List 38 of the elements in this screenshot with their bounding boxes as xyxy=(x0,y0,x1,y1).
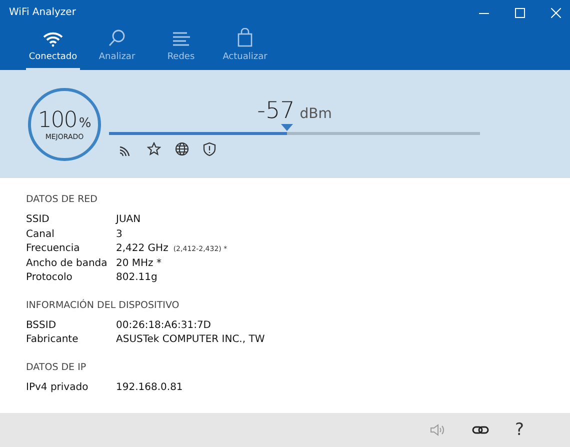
close-icon xyxy=(551,8,561,18)
search-icon xyxy=(108,29,126,47)
field-value: 3 xyxy=(116,228,122,242)
field-label: SSID xyxy=(26,213,50,227)
section-heading: INFORMACIÓN DEL DISPOSITIVO xyxy=(26,300,180,310)
field-value: JUAN xyxy=(116,213,141,227)
field-label: IPv4 privado xyxy=(26,380,90,394)
globe-icon[interactable] xyxy=(175,142,189,156)
field-value: 802.11g xyxy=(116,271,158,285)
nav-tab[interactable]: Redes xyxy=(154,25,208,70)
field-label: BSSID xyxy=(26,318,58,332)
field-label: Ancho de banda xyxy=(26,256,108,270)
field-value: 2,422 GHz xyxy=(116,242,168,256)
maximize-icon xyxy=(515,8,525,18)
field-label: Frecuencia xyxy=(26,242,81,256)
bag-icon xyxy=(237,28,253,47)
window-title: WiFi Analyzer xyxy=(8,7,77,18)
signal-reading: -57 xyxy=(257,98,295,124)
field-value: ASUSTek COMPUTER INC., TW xyxy=(116,333,265,347)
field-label: Canal xyxy=(26,228,56,242)
field-value: 192.168.0.81 xyxy=(116,380,183,394)
nav-tab[interactable]: Actualizar xyxy=(218,25,272,70)
nav-tab[interactable]: Analizar xyxy=(90,25,144,70)
shield-icon[interactable] xyxy=(203,142,216,156)
field-label: Fabricante xyxy=(26,333,80,347)
field-label: Protocolo xyxy=(26,271,74,285)
section-heading: DATOS DE RED xyxy=(26,194,98,205)
wifi-icon xyxy=(43,31,63,47)
quality-unit: % xyxy=(78,116,92,130)
quality-value: 100 xyxy=(38,108,77,132)
field-value: 20 MHz * xyxy=(116,256,162,270)
star-icon[interactable] xyxy=(147,142,161,156)
field-value: 00:26:18:A6:31:7D xyxy=(116,318,212,332)
section-heading: DATOS DE IP xyxy=(26,362,88,372)
link-icon[interactable] xyxy=(472,424,489,436)
lines-icon xyxy=(171,31,191,47)
help-button[interactable]: ? xyxy=(514,420,524,440)
signal-unit: dBm xyxy=(300,106,332,122)
